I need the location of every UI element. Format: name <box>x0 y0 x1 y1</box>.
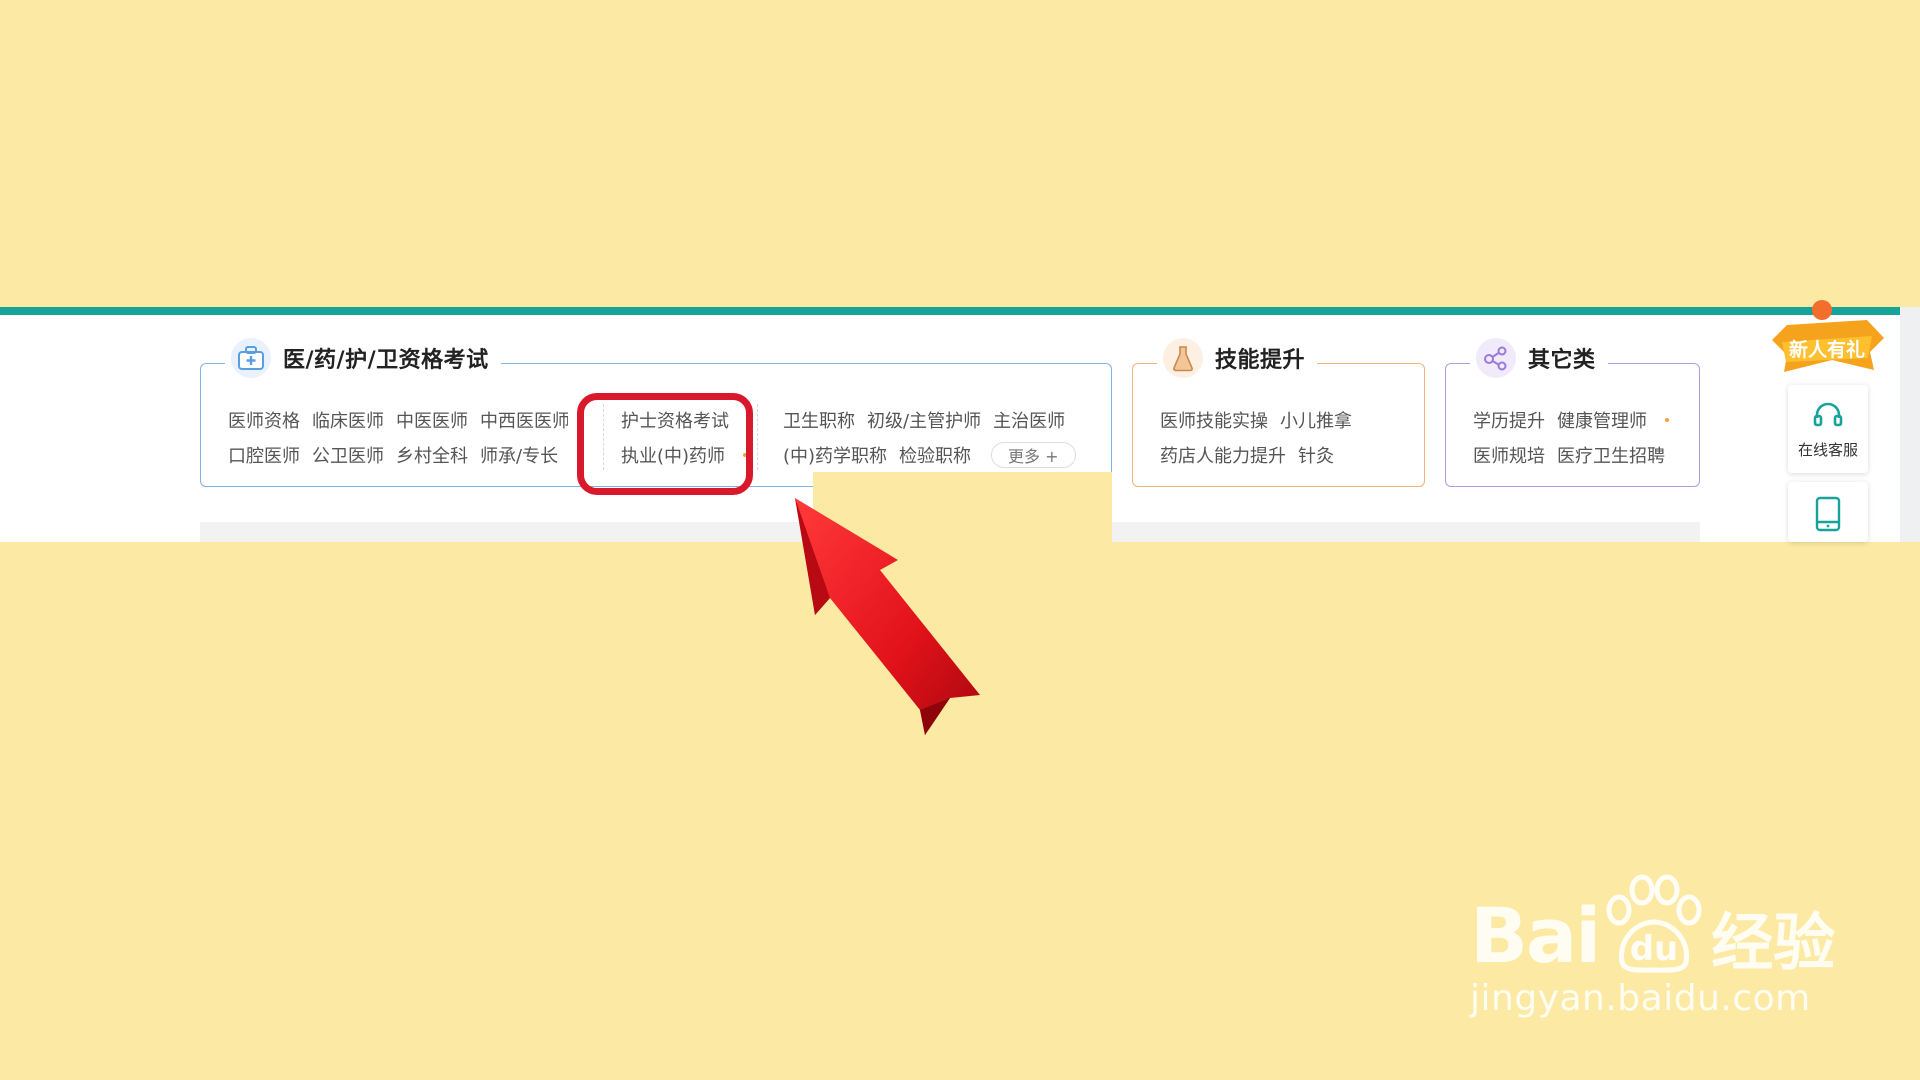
mobile-app-button[interactable] <box>1788 482 1868 542</box>
highlight-box <box>577 393 753 495</box>
baidu-watermark: Bai du 经验 jingyan.baidu.com <box>1470 870 1835 1019</box>
link-pediatric-massage[interactable]: 小儿推拿 <box>1280 407 1352 433</box>
gift-badge-icon[interactable]: 新人有礼 <box>1762 300 1892 380</box>
paw-icon: du <box>1606 874 1702 973</box>
link-pharmacy-staff[interactable]: 药店人能力提升 <box>1160 442 1286 468</box>
medical-panel-title: 医/药/护/卫资格考试 <box>283 348 489 373</box>
link-rural-general[interactable]: 乡村全科 <box>396 442 468 468</box>
pointer-arrow-icon <box>795 498 980 735</box>
medical-kit-icon <box>231 338 271 378</box>
link-dental-physician[interactable]: 口腔医师 <box>228 442 300 468</box>
headset-icon <box>1813 402 1843 427</box>
link-physician-skills[interactable]: 医师技能实操 <box>1160 407 1268 433</box>
link-attending-physician[interactable]: 主治医师 <box>993 407 1065 433</box>
link-health-manager[interactable]: 健康管理师 <box>1557 407 1647 433</box>
link-education[interactable]: 学历提升 <box>1473 407 1545 433</box>
link-public-health-physician[interactable]: 公卫医师 <box>312 442 384 468</box>
medical-panel-header: 医/药/护/卫资格考试 <box>225 336 501 380</box>
link-physician-qualification[interactable]: 医师资格 <box>228 407 300 433</box>
link-pharmacy-title[interactable]: (中)药学职称 <box>783 442 887 468</box>
link-acupuncture[interactable]: 针灸 <box>1298 442 1334 468</box>
more-button[interactable]: 更多 + <box>991 441 1076 468</box>
new-dot <box>1665 417 1669 422</box>
watermark-suffix: 经验 <box>1711 906 1836 979</box>
link-tcm-physician[interactable]: 中医医师 <box>396 407 468 433</box>
scrollbar-track[interactable] <box>1900 307 1920 542</box>
top-accent-line <box>0 307 1900 315</box>
skills-links: 医师技能实操 小儿推拿 药店人能力提升 针灸 <box>1160 402 1404 472</box>
skills-panel-title: 技能提升 <box>1215 348 1306 373</box>
link-junior-nurse[interactable]: 初级/主管护师 <box>867 407 981 433</box>
online-service-label: 在线客服 <box>1797 441 1858 459</box>
flask-icon <box>1163 338 1203 378</box>
share-icon <box>1476 338 1516 378</box>
medical-links-col3: 卫生职称 初级/主管护师 主治医师 (中)药学职称 检验职称 更多 + <box>783 402 1077 472</box>
watermark-brand: Bai <box>1470 891 1601 980</box>
link-health-title[interactable]: 卫生职称 <box>783 407 855 433</box>
link-health-recruitment[interactable]: 医疗卫生招聘 <box>1557 442 1665 468</box>
tablet-icon <box>1815 496 1841 532</box>
other-panel-title: 其它类 <box>1528 348 1596 373</box>
link-lab-title[interactable]: 检验职称 <box>899 442 971 468</box>
new-user-gift-label: 新人有礼 <box>1789 338 1865 361</box>
column-divider <box>757 404 758 470</box>
link-clinical-physician[interactable]: 临床医师 <box>312 407 384 433</box>
link-apprentice-specialty[interactable]: 师承/专长 <box>480 442 558 468</box>
other-panel-header: 其它类 <box>1470 336 1608 380</box>
link-integrated-physician[interactable]: 中西医医师 <box>480 407 568 433</box>
link-residency-training[interactable]: 医师规培 <box>1473 442 1545 468</box>
skills-panel: 技能提升 医师技能实操 小儿推拿 药店人能力提升 针灸 <box>1132 336 1425 487</box>
watermark-url: jingyan.baidu.com <box>1470 978 1811 1019</box>
other-panel: 其它类 学历提升 健康管理师 医师规培 医疗卫生招聘 <box>1445 336 1700 487</box>
online-service-button[interactable]: 在线客服 <box>1788 385 1868 473</box>
other-links: 学历提升 健康管理师 医师规培 医疗卫生招聘 <box>1473 402 1679 472</box>
svg-text:du: du <box>1630 929 1679 969</box>
skills-panel-header: 技能提升 <box>1157 336 1318 380</box>
